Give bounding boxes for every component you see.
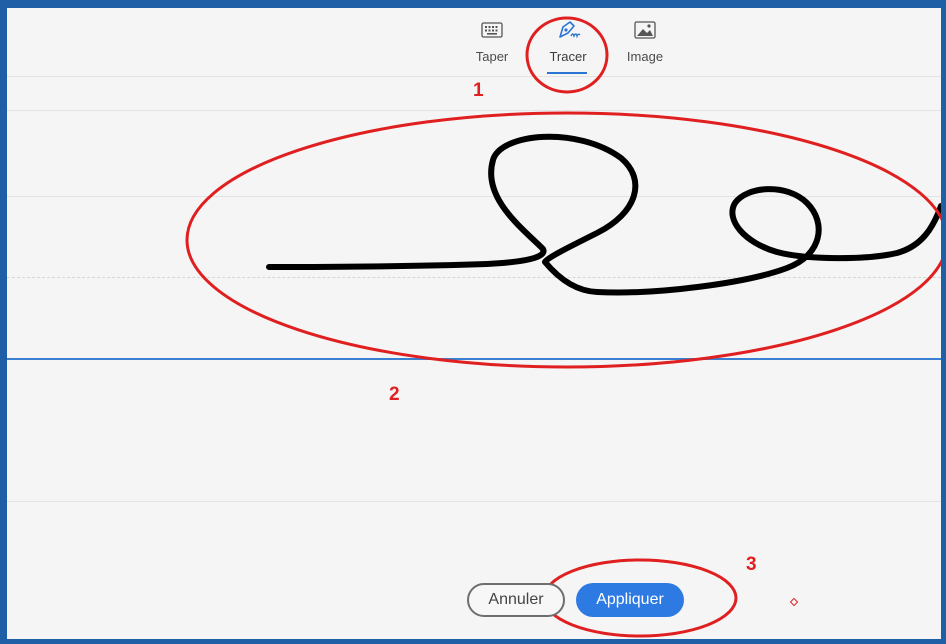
cancel-button[interactable]: Annuler — [467, 583, 565, 617]
annotation-marker-dot — [789, 597, 799, 607]
apply-button[interactable]: Appliquer — [576, 583, 684, 617]
annotation-step-2: 2 — [389, 384, 400, 405]
annotation-step-1: 1 — [473, 80, 484, 101]
signature-drawing-canvas[interactable] — [7, 111, 941, 359]
tab-taper-label: Taper — [475, 49, 509, 64]
tab-image-label: Image — [626, 49, 664, 64]
keyboard-icon — [479, 19, 505, 41]
divider — [7, 76, 941, 77]
annotation-step-3: 3 — [746, 554, 757, 575]
image-icon — [632, 19, 658, 41]
divider — [7, 501, 941, 502]
signature-mode-tabs: Taper Tracer Image — [7, 8, 941, 76]
tab-tracer[interactable]: Tracer — [533, 19, 603, 76]
pen-icon — [555, 19, 581, 41]
signature-dialog: Taper Tracer Image Annuler Appliquer 1 2… — [7, 8, 941, 639]
tab-tracer-label: Tracer — [549, 49, 587, 64]
active-tab-indicator — [547, 72, 587, 74]
tab-image[interactable]: Image — [610, 19, 680, 76]
tab-taper[interactable]: Taper — [457, 19, 527, 76]
